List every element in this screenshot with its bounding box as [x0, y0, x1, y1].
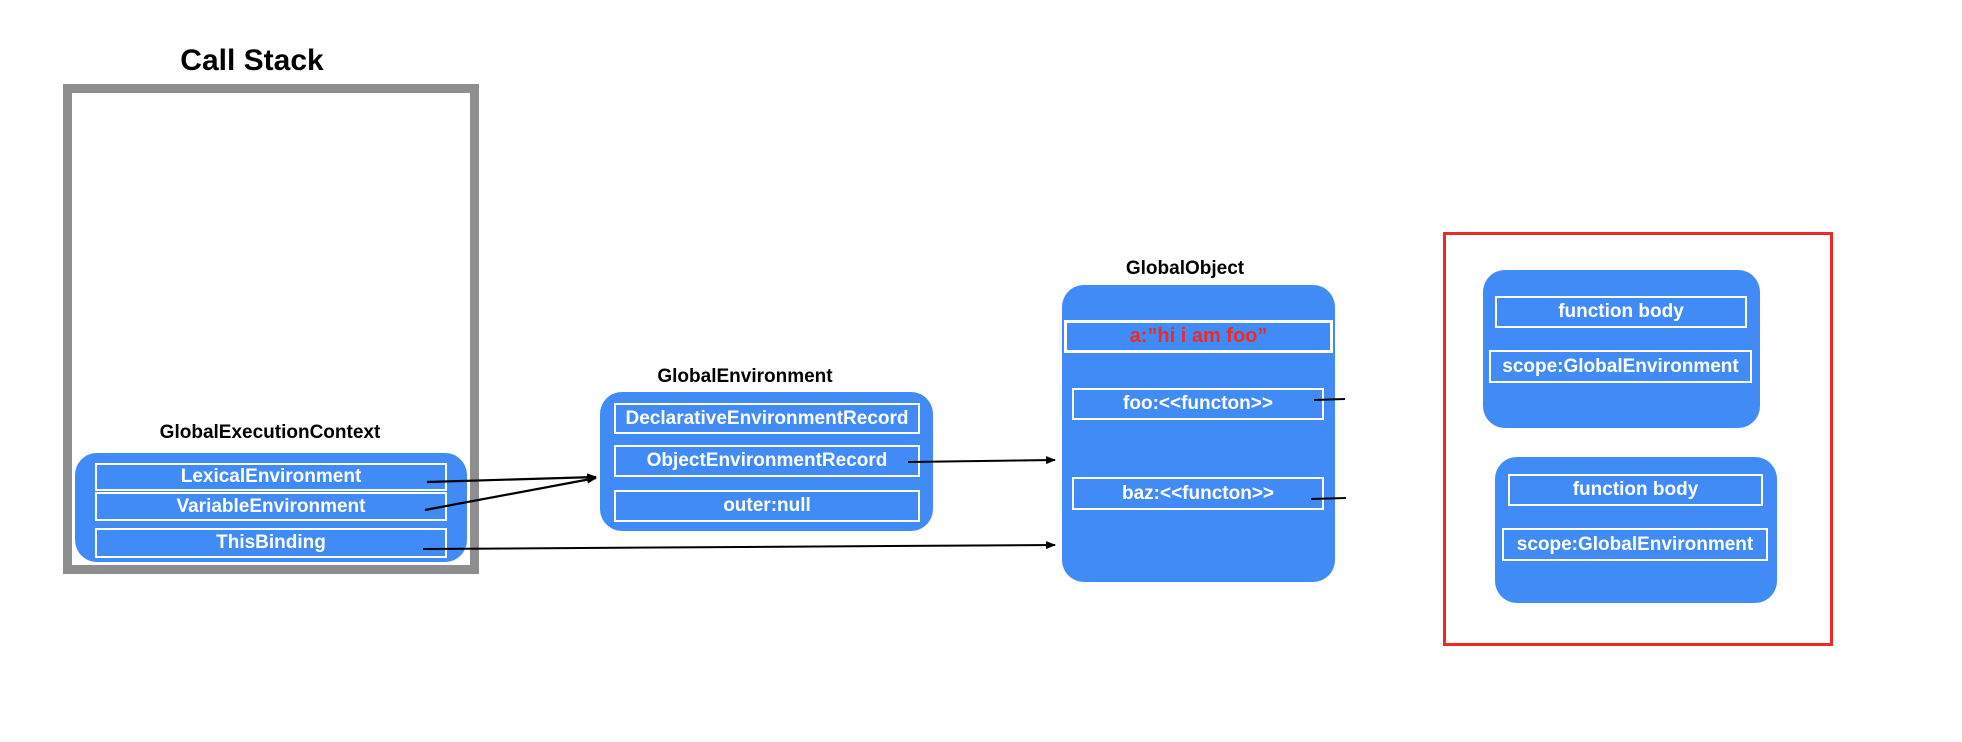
- connector-layer: [422, 398, 1347, 550]
- arrow-this-binding-to-global-object: [422, 541, 1056, 550]
- arrow-object-record-to-global-object: [907, 456, 1056, 465]
- arrow-lexical-to-global-environment: [426, 473, 597, 484]
- arrow-variable-to-global-environment: [424, 475, 597, 512]
- foo-function-pointer-stub: [1313, 398, 1346, 401]
- baz-function-pointer-stub: [1310, 497, 1347, 500]
